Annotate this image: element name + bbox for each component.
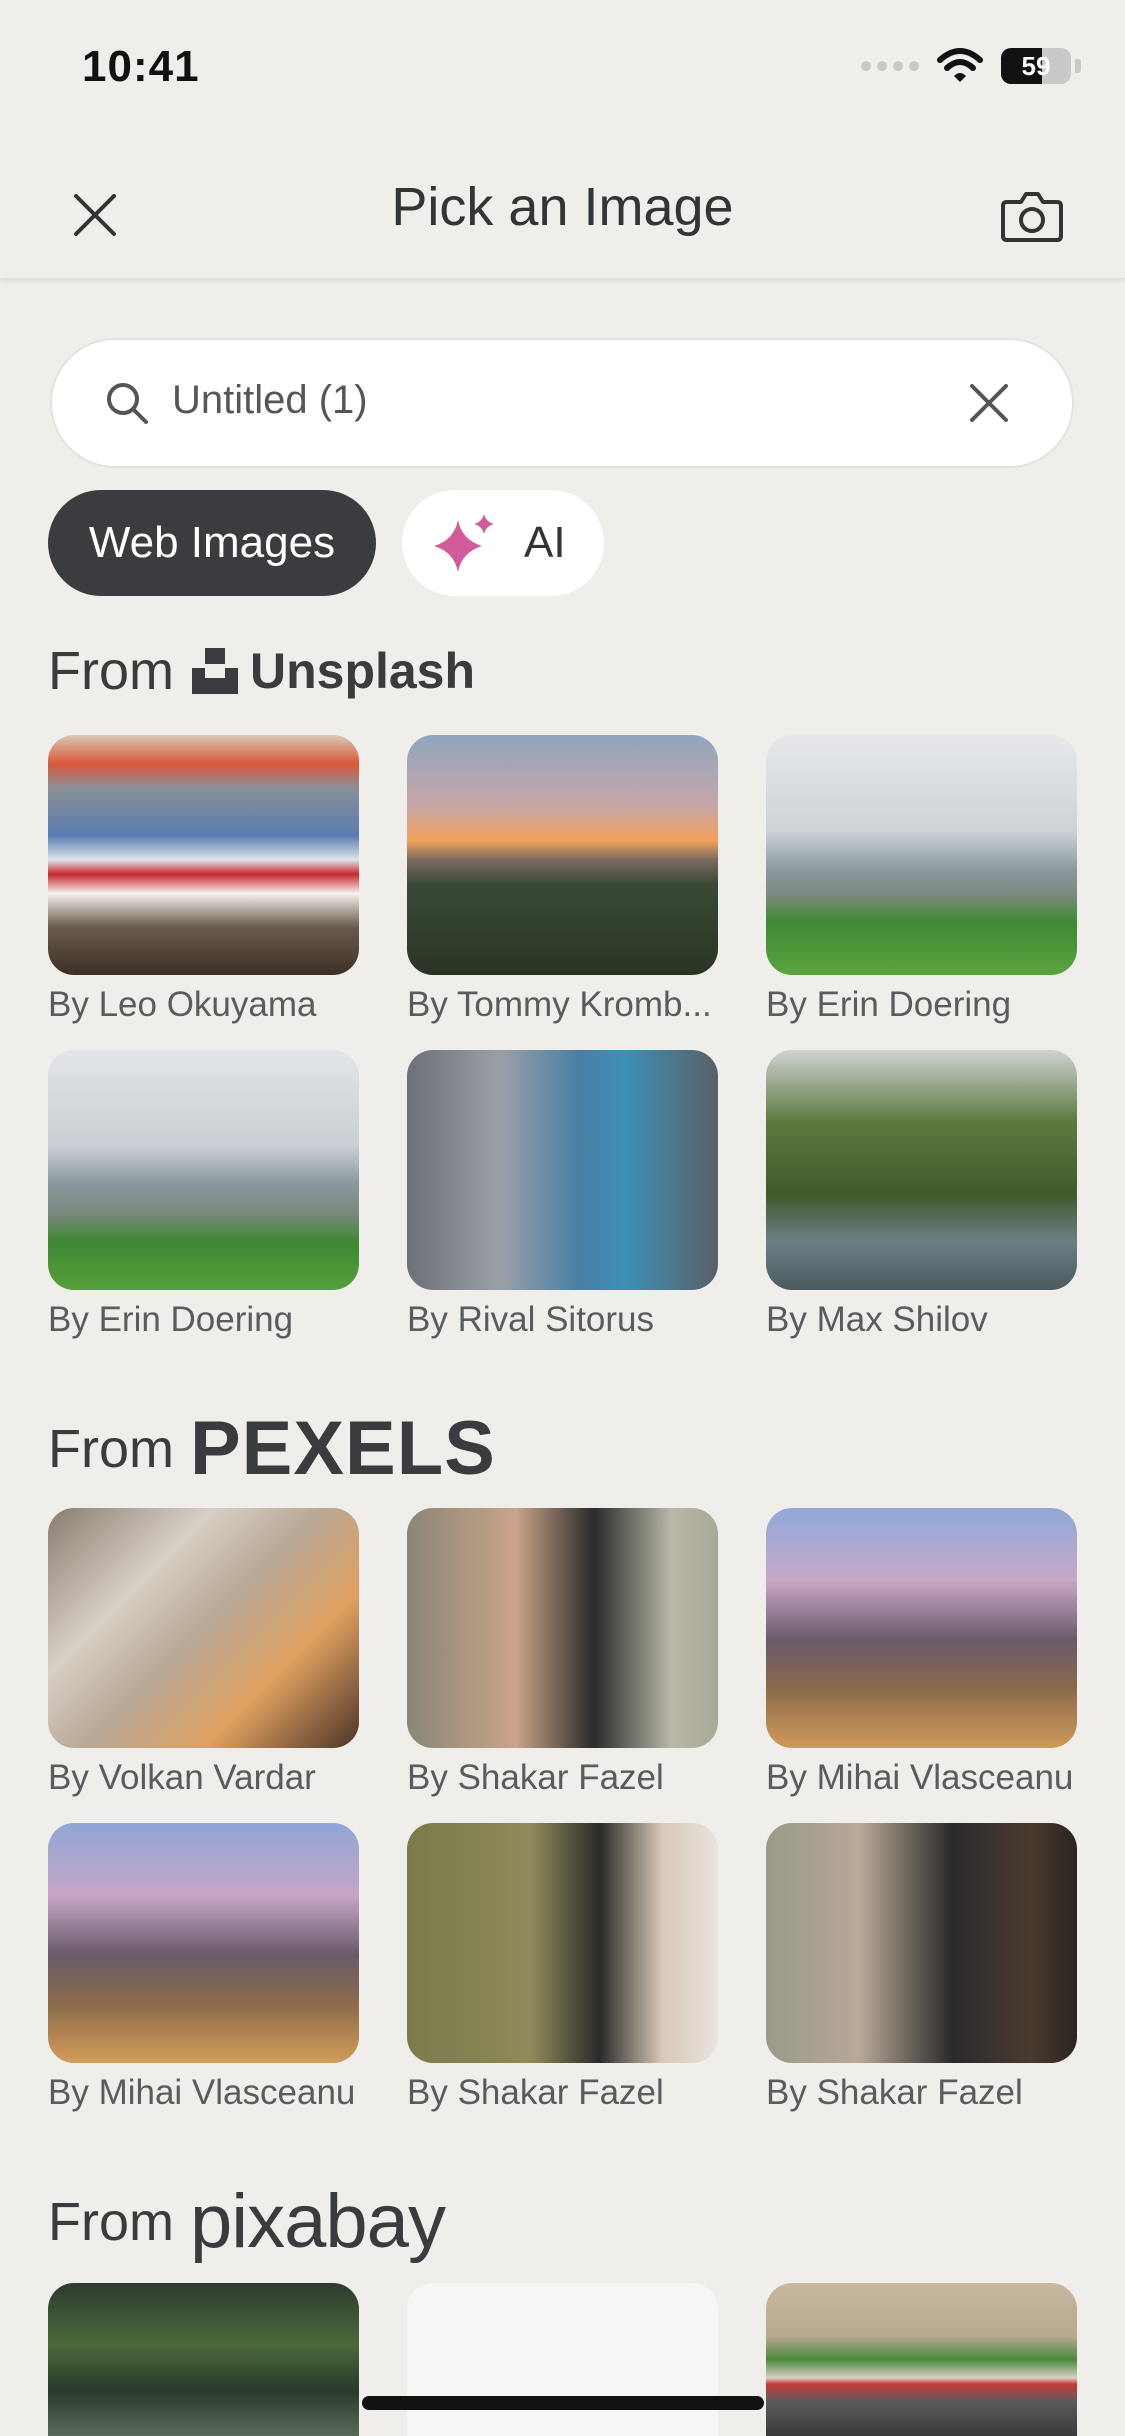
image-credit: By Shakar Fazel	[766, 2073, 1023, 2112]
image-credit: By Max Shilov	[766, 1300, 988, 1339]
image-credit: By Erin Doering	[48, 1300, 294, 1339]
image-thumbnail[interactable]	[48, 1508, 359, 1748]
search-icon	[107, 383, 148, 424]
image-thumbnail[interactable]	[48, 1050, 359, 1290]
search-input[interactable]: Untitled (1)	[50, 338, 1074, 468]
status-bar: 10:41 59	[0, 0, 1125, 140]
image-credit: By Volkan Vardar	[48, 1758, 316, 1797]
image-thumbnail[interactable]	[407, 735, 718, 975]
image-credit: By Leo Okuyama	[48, 985, 317, 1024]
image-credit: By Rival Sitorus	[407, 1300, 655, 1339]
pexels-brand: PEXELS	[189, 1406, 496, 1491]
image-credit: By Mihai Vlasceanu	[766, 1758, 1074, 1797]
image-thumbnail[interactable]	[407, 2283, 718, 2436]
home-indicator[interactable]	[362, 2396, 764, 2410]
image-thumbnail[interactable]	[766, 1508, 1077, 1748]
image-credit: By Erin Doering	[766, 985, 1012, 1024]
image-thumbnail[interactable]	[766, 2283, 1077, 2436]
unsplash-logo: Unsplash	[190, 642, 475, 700]
search-value[interactable]: Untitled (1)	[172, 378, 368, 423]
image-credit: By Shakar Fazel	[407, 1758, 664, 1797]
image-credit: By Tommy Kromb...	[407, 985, 712, 1024]
status-time: 10:41	[82, 42, 200, 91]
wifi-icon	[937, 48, 983, 82]
image-credit: By Mihai Vlasceanu	[48, 2073, 356, 2112]
image-thumbnail[interactable]	[407, 1823, 718, 2063]
unsplash-brand: Unsplash	[249, 643, 476, 699]
ai-tab[interactable]: AI	[402, 490, 604, 596]
page-title: Pick an Image	[391, 177, 734, 237]
image-thumbnail[interactable]	[766, 1823, 1077, 2063]
status-icons: 59	[861, 48, 1081, 84]
image-thumbnail[interactable]	[407, 1050, 718, 1290]
image-thumbnail[interactable]	[48, 1823, 359, 2063]
cellular-signal-icon	[861, 61, 919, 71]
sparkle-icon	[434, 514, 494, 572]
image-thumbnail[interactable]	[766, 1050, 1077, 1290]
header: Pick an Image	[0, 140, 1125, 278]
image-thumbnail[interactable]	[766, 735, 1077, 975]
battery-percentage: 59	[1021, 51, 1051, 81]
image-credit: By Shakar Fazel	[407, 2073, 664, 2112]
from-label: From	[48, 2191, 174, 2252]
clear-search-icon[interactable]	[966, 380, 1012, 426]
camera-icon[interactable]	[997, 180, 1067, 250]
ai-tab-label: AI	[524, 518, 566, 567]
pexels-section-title: From PEXELS	[48, 1405, 496, 1492]
image-thumbnail[interactable]	[407, 1508, 718, 1748]
image-thumbnail[interactable]	[48, 2283, 359, 2436]
from-label: From	[48, 1418, 174, 1479]
unsplash-logo-icon	[191, 648, 238, 694]
image-thumbnail[interactable]	[48, 735, 359, 975]
from-label: From	[48, 641, 174, 701]
unsplash-section-title: From Unsplash	[48, 640, 475, 702]
pixabay-section-title: From pixabay	[48, 2178, 446, 2265]
battery-icon: 59	[1001, 48, 1071, 84]
web-images-tab[interactable]: Web Images	[48, 490, 376, 596]
pixabay-brand: pixabay	[189, 2179, 446, 2264]
